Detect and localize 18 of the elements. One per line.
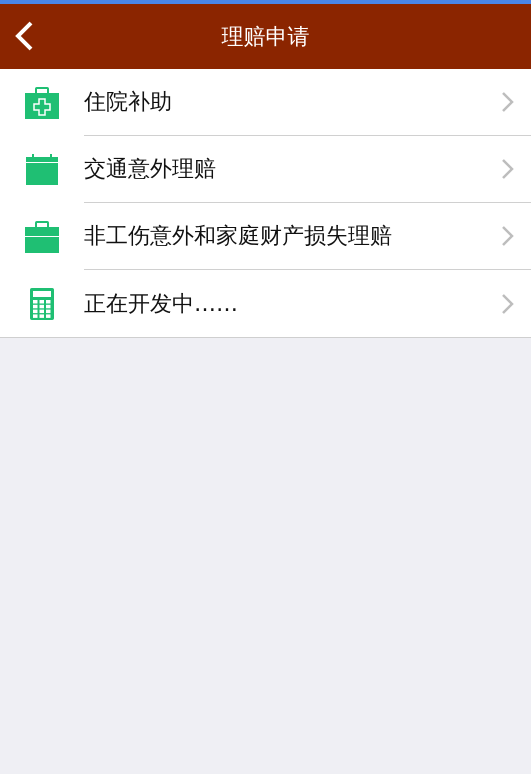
menu-item[interactable]: 非工伤意外和家庭财产损失理赔 — [0, 203, 531, 270]
chevron-icon — [501, 292, 515, 314]
menu-item[interactable]: 住院补助 — [0, 69, 531, 136]
briefcase-icon — [25, 220, 59, 252]
menu-item[interactable]: 交通意外理赔 — [0, 136, 531, 203]
calendar-icon — [26, 154, 58, 185]
chevron-icon — [501, 158, 515, 180]
chevron-icon — [501, 225, 515, 247]
page-title: 理赔申请 — [222, 24, 310, 52]
chevron-icon — [501, 91, 515, 113]
medical-kit-icon — [24, 86, 60, 118]
back-icon — [14, 20, 34, 52]
menu-item-label: 正在开发中…… — [84, 290, 239, 318]
menu-item[interactable]: 正在开发中…… — [0, 270, 531, 337]
menu-item-label: 非工伤意外和家庭财产损失理赔 — [84, 223, 393, 251]
menu-item-label: 交通意外理赔 — [84, 156, 217, 184]
calculator-icon — [30, 288, 54, 320]
menu-item-label: 住院补助 — [84, 89, 173, 117]
